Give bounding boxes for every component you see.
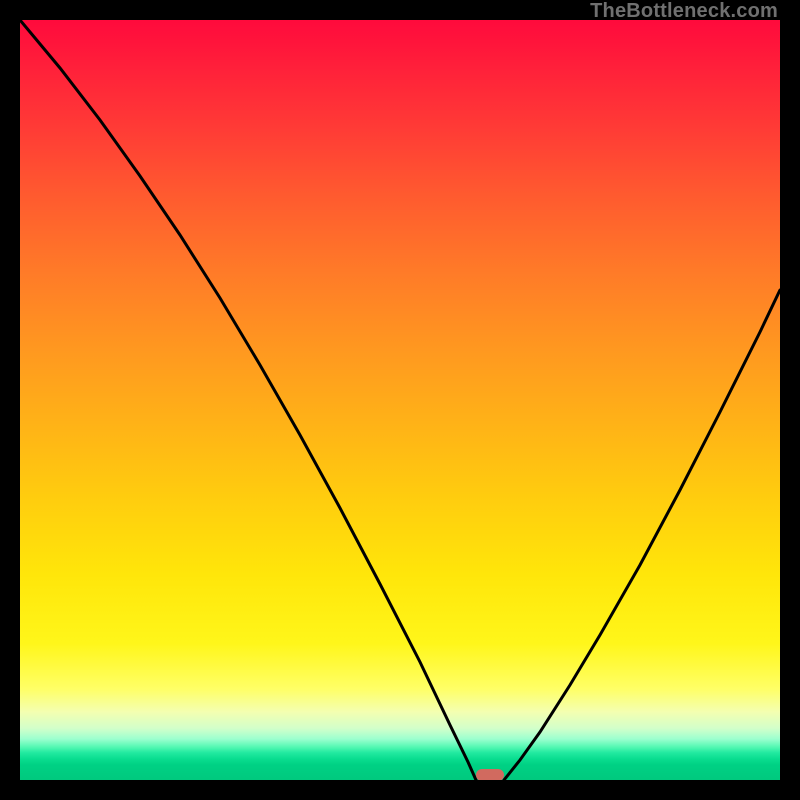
curve-right-branch bbox=[504, 290, 780, 780]
bottleneck-curve bbox=[20, 20, 780, 780]
plot-area bbox=[20, 20, 780, 780]
optimal-marker bbox=[476, 769, 504, 780]
chart-frame: TheBottleneck.com bbox=[0, 0, 800, 800]
curve-left-branch bbox=[20, 20, 476, 780]
